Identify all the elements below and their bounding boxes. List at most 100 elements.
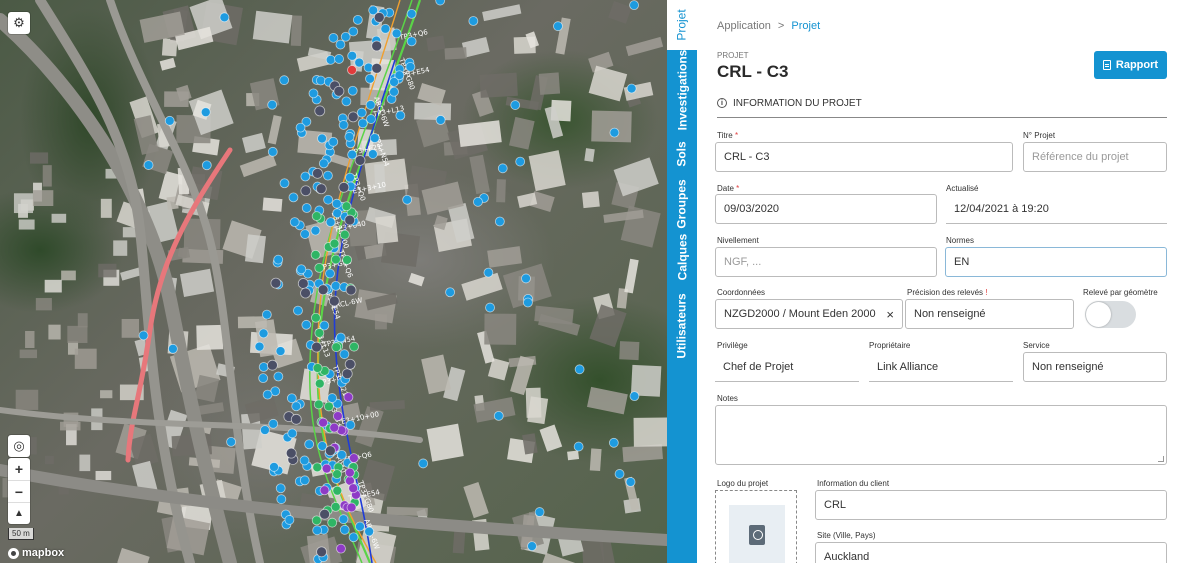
building — [159, 57, 176, 71]
investigation-marker — [311, 312, 321, 323]
building — [44, 455, 54, 465]
tab-sols[interactable]: Sols — [667, 130, 697, 178]
borehole-marker — [493, 410, 504, 421]
building — [426, 423, 464, 462]
tab-projet[interactable]: Projet — [667, 0, 697, 50]
document-icon — [1102, 60, 1111, 70]
borehole-marker — [435, 115, 446, 125]
investigation-marker — [315, 183, 327, 195]
investigation-marker — [331, 342, 342, 353]
borehole-marker — [258, 362, 269, 372]
borehole-marker — [254, 341, 265, 352]
borehole-marker — [609, 127, 620, 138]
compass-icon[interactable]: ▲ — [8, 502, 30, 524]
borehole-marker — [352, 14, 363, 25]
building — [496, 179, 506, 203]
building — [625, 36, 664, 57]
privilege-label: Privilège — [717, 341, 748, 350]
borehole-marker — [261, 309, 272, 320]
page-title: CRL - C3 — [717, 62, 789, 81]
borehole-marker — [275, 346, 286, 356]
borehole-marker — [279, 75, 290, 86]
investigation-marker — [319, 508, 331, 520]
investigation-marker — [300, 185, 312, 197]
map-view[interactable]: TP3+Q6 TP3+G80 TP3+E54 ARCL-6W TP3+L13 TP3+N5… — [0, 0, 667, 563]
nivellement-input[interactable]: NGF, ... — [715, 247, 937, 277]
borehole-marker — [286, 393, 297, 404]
building — [13, 193, 34, 214]
tab-investigations[interactable]: Investigations — [667, 50, 697, 131]
building — [484, 313, 517, 345]
building — [179, 268, 215, 297]
borehole-marker — [345, 172, 355, 183]
zoom-in-button[interactable]: + — [8, 458, 30, 480]
service-select[interactable]: Non renseigné — [1023, 352, 1167, 382]
building — [196, 324, 224, 350]
releve-geometre-toggle[interactable] — [1085, 301, 1136, 328]
precision-select[interactable]: Non renseigné — [905, 299, 1074, 329]
titre-input[interactable]: CRL - C3 — [715, 142, 1013, 172]
numero-projet-input[interactable]: Référence du projet — [1023, 142, 1167, 172]
building — [51, 213, 67, 223]
borehole-marker — [629, 0, 639, 11]
borehole-marker — [347, 149, 358, 160]
zoom-out-button[interactable]: − — [8, 480, 30, 502]
borehole-marker — [330, 280, 341, 291]
borehole-marker — [276, 494, 287, 505]
building — [35, 298, 52, 311]
investigation-marker — [319, 485, 330, 496]
building — [42, 165, 52, 187]
borehole-marker — [354, 57, 365, 68]
building — [622, 444, 663, 463]
client-label: Information du client — [817, 479, 890, 488]
normes-input[interactable]: EN — [945, 247, 1167, 277]
project-panel: Application > Projet PROJET CRL - C3 Rap… — [697, 0, 1182, 563]
investigation-marker — [318, 417, 328, 428]
site-input[interactable]: Auckland — [815, 542, 1167, 563]
borehole-marker — [521, 273, 531, 284]
releve-geometre-label: Relevé par géomètre — [1083, 288, 1158, 297]
borehole-marker — [262, 389, 273, 400]
borehole-marker — [527, 541, 537, 552]
breadcrumb-separator: > — [777, 20, 785, 32]
borehole-marker — [284, 515, 295, 525]
investigation-marker — [314, 378, 325, 389]
logo-dropzone[interactable] — [715, 490, 797, 563]
borehole-marker — [339, 524, 350, 535]
building — [457, 120, 502, 147]
notes-textarea[interactable] — [715, 405, 1167, 465]
breadcrumb-root[interactable]: Application — [717, 20, 771, 32]
borehole-marker — [523, 297, 533, 308]
rapport-button[interactable]: Rapport — [1094, 51, 1167, 79]
client-input[interactable]: CRL — [815, 490, 1167, 520]
logo-placeholder — [729, 505, 785, 563]
building — [479, 72, 518, 98]
mapbox-logo-text: mapbox — [22, 547, 65, 559]
site-label: Site (Ville, Pays) — [817, 531, 876, 540]
geolocate-icon[interactable]: ◎ — [8, 435, 30, 457]
borehole-marker — [348, 532, 359, 543]
borehole-marker — [312, 525, 323, 536]
borehole-marker — [339, 349, 350, 360]
borehole-marker — [288, 192, 299, 203]
borehole-marker — [389, 77, 399, 87]
tab-calques[interactable]: Calques — [667, 230, 697, 284]
coordonnees-select[interactable]: NZGD2000 / Mount Eden 2000 × — [715, 299, 903, 329]
borehole-marker — [629, 391, 640, 402]
investigation-marker — [311, 515, 322, 526]
date-input[interactable]: 09/03/2020 — [715, 194, 937, 224]
tab-utilisateurs[interactable]: Utilisateurs — [667, 284, 697, 368]
tab-groupes[interactable]: Groupes — [667, 178, 697, 230]
borehole-marker — [483, 267, 494, 278]
investigation-marker — [330, 501, 341, 512]
building — [15, 389, 39, 410]
borehole-marker — [340, 31, 351, 42]
zoom-control: + − ▲ — [8, 458, 30, 524]
info-icon: i — [717, 98, 727, 108]
borehole-marker — [293, 305, 303, 316]
map-settings-gear-icon[interactable]: ⚙ — [8, 12, 30, 34]
borehole-marker — [497, 163, 508, 174]
borehole-marker — [301, 203, 312, 213]
clear-icon[interactable]: × — [886, 307, 894, 322]
borehole-marker — [295, 122, 306, 133]
